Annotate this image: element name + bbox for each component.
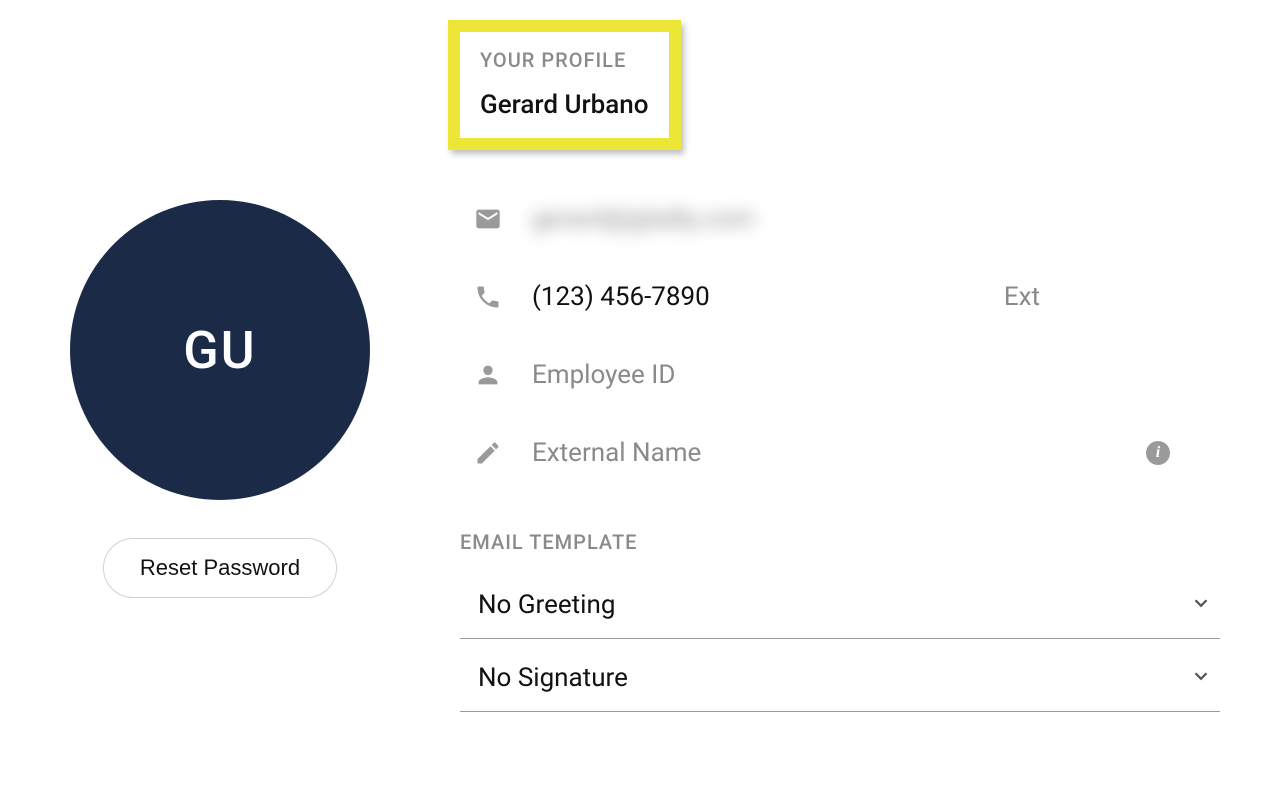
- chevron-down-icon: [1190, 665, 1212, 691]
- external-name-row[interactable]: External Name i: [460, 414, 1220, 492]
- chevron-down-icon: [1190, 592, 1212, 618]
- phone-icon: [472, 281, 504, 313]
- signature-dropdown[interactable]: No Signature: [460, 645, 1220, 712]
- profile-left-column: GU Reset Password: [60, 20, 380, 712]
- phone-ext-label: Ext: [1004, 282, 1040, 312]
- profile-header-highlight: YOUR PROFILE Gerard Urbano: [448, 20, 681, 150]
- employee-id-row[interactable]: Employee ID: [460, 336, 1220, 414]
- employee-id-placeholder: Employee ID: [532, 360, 1220, 390]
- external-name-placeholder: External Name: [532, 438, 1118, 468]
- phone-value: (123) 456-7890: [532, 282, 976, 312]
- reset-password-button[interactable]: Reset Password: [103, 538, 337, 598]
- email-row[interactable]: gerard@gladly.com: [460, 180, 1220, 258]
- profile-section-label: YOUR PROFILE: [480, 48, 649, 72]
- profile-right-column: YOUR PROFILE Gerard Urbano gerard@gladly…: [460, 20, 1220, 712]
- signature-selected: No Signature: [478, 663, 628, 693]
- edit-icon: [472, 437, 504, 469]
- phone-row[interactable]: (123) 456-7890 Ext: [460, 258, 1220, 336]
- email-icon: [472, 203, 504, 235]
- greeting-selected: No Greeting: [478, 590, 615, 620]
- email-template-section: EMAIL TEMPLATE No Greeting No Signature: [460, 530, 1220, 712]
- greeting-dropdown[interactable]: No Greeting: [460, 572, 1220, 639]
- info-icon[interactable]: i: [1146, 441, 1170, 465]
- avatar-initials: GU: [183, 320, 256, 381]
- reset-password-label: Reset Password: [140, 555, 300, 580]
- profile-name: Gerard Urbano: [480, 90, 649, 120]
- email-value: gerard@gladly.com: [532, 204, 755, 234]
- avatar: GU: [70, 200, 370, 500]
- person-icon: [472, 359, 504, 391]
- email-template-label: EMAIL TEMPLATE: [460, 530, 1220, 554]
